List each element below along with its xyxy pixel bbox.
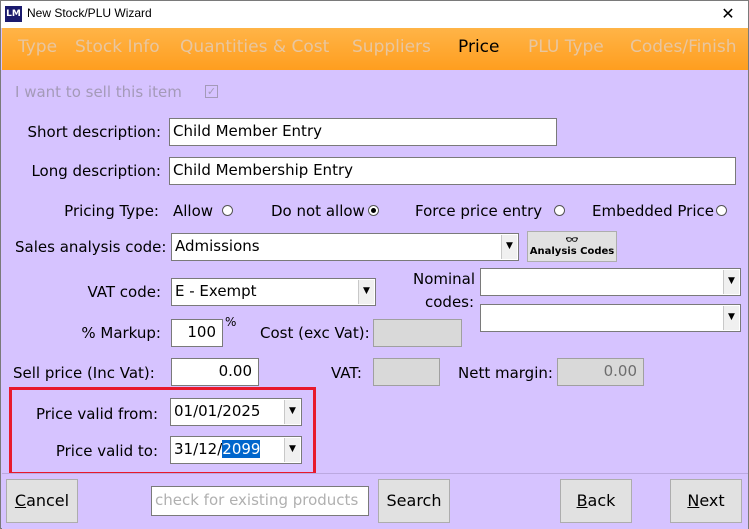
chevron-down-icon[interactable]: ▼ <box>284 400 300 424</box>
valid-to-label: Price valid to: <box>55 442 158 460</box>
vat-code-label: VAT code: <box>87 283 161 301</box>
search-button[interactable]: Search <box>378 479 450 523</box>
sales-analysis-select[interactable]: Admissions ▼ <box>171 233 519 261</box>
chevron-down-icon[interactable]: ▼ <box>723 306 739 330</box>
sell-price-input[interactable]: 0.00 <box>171 358 259 386</box>
nominal-code-select-2[interactable]: ▼ <box>480 304 741 332</box>
window-title: New Stock/PLU Wizard <box>27 6 152 20</box>
analysis-codes-label: Analysis Codes <box>529 246 615 257</box>
back-hotkey: B <box>576 491 588 510</box>
valid-to-year-selected: 2099 <box>222 440 261 458</box>
tab-suppliers[interactable]: Suppliers <box>352 37 431 57</box>
markup-input[interactable]: 100 <box>171 319 223 347</box>
sell-item-label: I want to sell this item <box>15 83 182 101</box>
glasses-icon: 👓︎ <box>565 235 579 246</box>
pricing-type-label: Pricing Type: <box>64 202 159 220</box>
vat-code-value: E - Exempt <box>175 282 257 300</box>
long-description-label: Long description: <box>31 162 161 180</box>
pricing-option-do-not-allow-label: Do not allow <box>271 202 365 220</box>
cancel-hotkey: C <box>14 491 27 510</box>
chevron-down-icon[interactable]: ▼ <box>723 270 739 294</box>
chevron-down-icon[interactable]: ▼ <box>284 438 300 462</box>
app-icon: LM <box>5 6 22 22</box>
sales-analysis-label: Sales analysis code: <box>15 238 167 256</box>
vat-input[interactable] <box>373 358 440 386</box>
pricing-option-force-price-radio[interactable] <box>554 205 565 216</box>
next-rest: ext <box>699 491 725 510</box>
long-description-input[interactable]: Child Membership Entry <box>169 157 736 185</box>
cost-label: Cost (exc Vat): <box>260 324 370 342</box>
valid-to-prefix: 31/12/ <box>174 440 223 458</box>
valid-to-date-picker[interactable]: 31/12/2099 ▼ <box>170 436 302 464</box>
short-description-label: Short description: <box>27 123 161 141</box>
pricing-option-embedded-price-radio[interactable] <box>716 205 727 216</box>
cost-input[interactable] <box>373 319 462 347</box>
cancel-button[interactable]: Cancel <box>6 479 78 523</box>
markup-unit: % <box>225 315 237 329</box>
markup-label: % Markup: <box>81 324 161 342</box>
valid-from-value: 01/01/2025 <box>174 402 261 420</box>
nominal-codes-label-1: Nominal <box>413 270 476 288</box>
search-existing-input[interactable]: check for existing products <box>151 486 369 516</box>
wizard-window: LM New Stock/PLU Wizard ✕ Type Stock Inf… <box>0 0 749 529</box>
tab-stock-info[interactable]: Stock Info <box>75 37 160 57</box>
next-button[interactable]: Next <box>670 479 742 523</box>
title-bar: LM New Stock/PLU Wizard ✕ <box>1 1 748 28</box>
short-description-input[interactable]: Child Member Entry <box>169 118 557 146</box>
footer-bar <box>2 473 748 529</box>
valid-from-label: Price valid from: <box>35 405 158 423</box>
analysis-codes-button[interactable]: 👓︎ Analysis Codes <box>527 231 617 262</box>
pricing-option-allow-radio[interactable] <box>222 205 233 216</box>
next-hotkey: N <box>687 491 700 510</box>
valid-from-date-picker[interactable]: 01/01/2025 ▼ <box>170 398 302 426</box>
tab-plu-type[interactable]: PLU Type <box>528 37 604 57</box>
pricing-option-force-price-label: Force price entry <box>415 202 543 220</box>
nett-margin-input[interactable]: 0.00 <box>557 358 644 386</box>
back-rest: ack <box>587 491 616 510</box>
tab-type[interactable]: Type <box>18 37 57 57</box>
sales-analysis-value: Admissions <box>175 237 260 255</box>
vat-label: VAT: <box>331 364 362 382</box>
tab-quantities-cost[interactable]: Quantities & Cost <box>180 37 329 57</box>
sell-price-label: Sell price (Inc Vat): <box>13 364 155 382</box>
close-icon[interactable]: ✕ <box>716 3 740 25</box>
pricing-option-embedded-price-label: Embedded Price <box>592 202 714 220</box>
back-button[interactable]: Back <box>560 479 632 523</box>
pricing-option-do-not-allow-radio[interactable] <box>368 205 379 216</box>
chevron-down-icon[interactable]: ▼ <box>358 280 374 304</box>
sell-item-checkbox[interactable]: ✓ <box>205 85 218 98</box>
tab-codes-finish[interactable]: Codes/Finish <box>630 37 737 57</box>
nett-margin-label: Nett margin: <box>458 364 553 382</box>
chevron-down-icon[interactable]: ▼ <box>501 235 517 259</box>
tab-price[interactable]: Price <box>458 37 499 57</box>
pricing-option-allow-label: Allow <box>173 202 214 220</box>
nominal-codes-label-2: codes: <box>425 293 475 311</box>
vat-code-select[interactable]: E - Exempt ▼ <box>171 278 376 306</box>
nominal-code-select-1[interactable]: ▼ <box>480 268 741 296</box>
wizard-tabs: Type Stock Info Quantities & Cost Suppli… <box>2 28 748 70</box>
cancel-rest: ancel <box>26 491 70 510</box>
